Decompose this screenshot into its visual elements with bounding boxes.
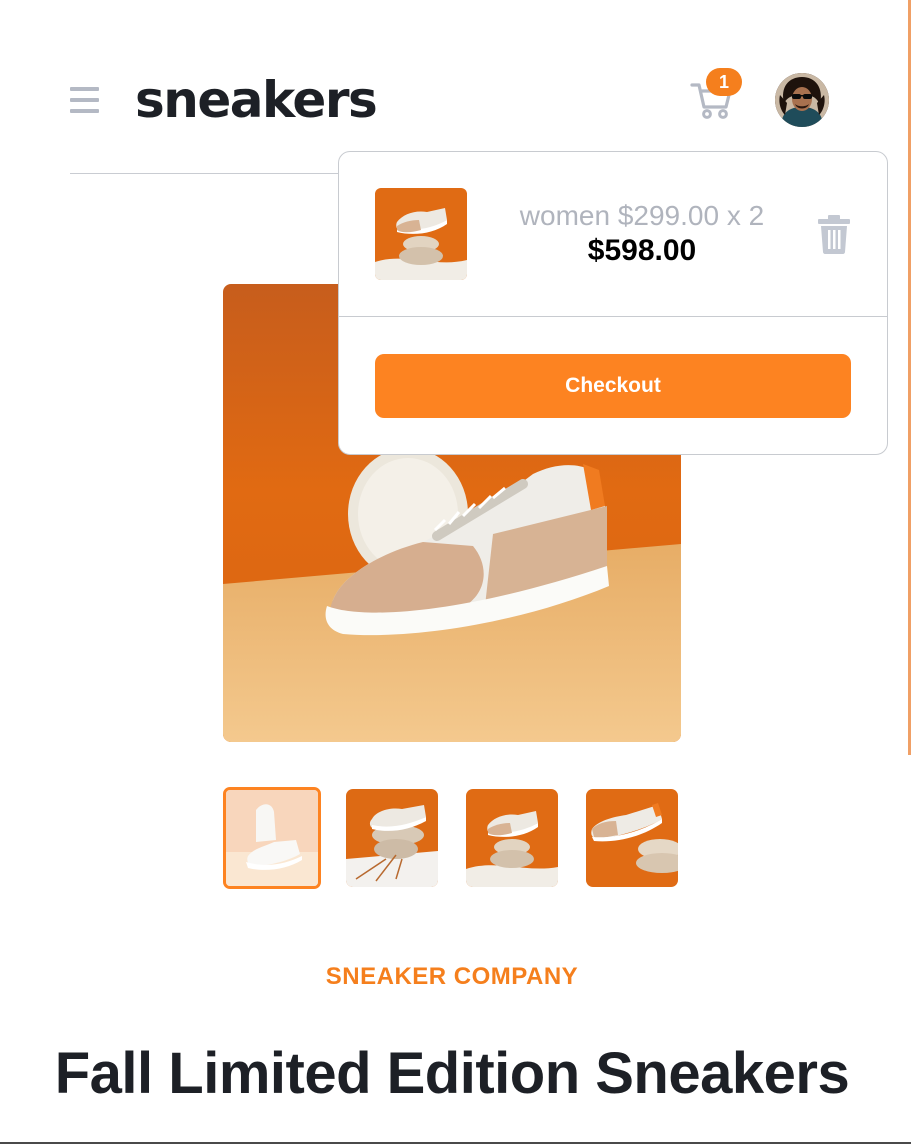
thumbnail-3[interactable]	[466, 789, 558, 887]
thumbnail-4[interactable]	[586, 789, 678, 887]
cart-divider	[339, 316, 887, 317]
cart-count-badge: 1	[706, 68, 742, 96]
product-company: SNEAKER COMPANY	[325, 963, 579, 990]
menu-bar	[70, 98, 99, 102]
cart-dropdown: women $299.00 x 2 $598.00 Checkout	[338, 151, 888, 455]
thumbnail-2[interactable]	[346, 789, 438, 887]
site-header: sneakers 1	[0, 0, 911, 175]
site-logo[interactable]: sneakers	[135, 70, 378, 130]
product-title: Fall Limited Edition Sneakers	[54, 1041, 850, 1106]
menu-bar	[70, 109, 99, 113]
cart-item-total: $598.00	[587, 234, 697, 267]
checkout-button[interactable]: Checkout	[375, 354, 851, 418]
user-avatar[interactable]	[775, 73, 829, 127]
cart-item-thumbnail	[375, 188, 467, 280]
thumbnail-strip	[223, 787, 681, 890]
cart-item-details: women $299.00 x 2	[519, 200, 765, 231]
trash-icon[interactable]	[817, 214, 851, 254]
thumbnail-1[interactable]	[223, 787, 321, 889]
hamburger-menu-icon[interactable]	[70, 87, 100, 115]
menu-bar	[70, 87, 99, 91]
